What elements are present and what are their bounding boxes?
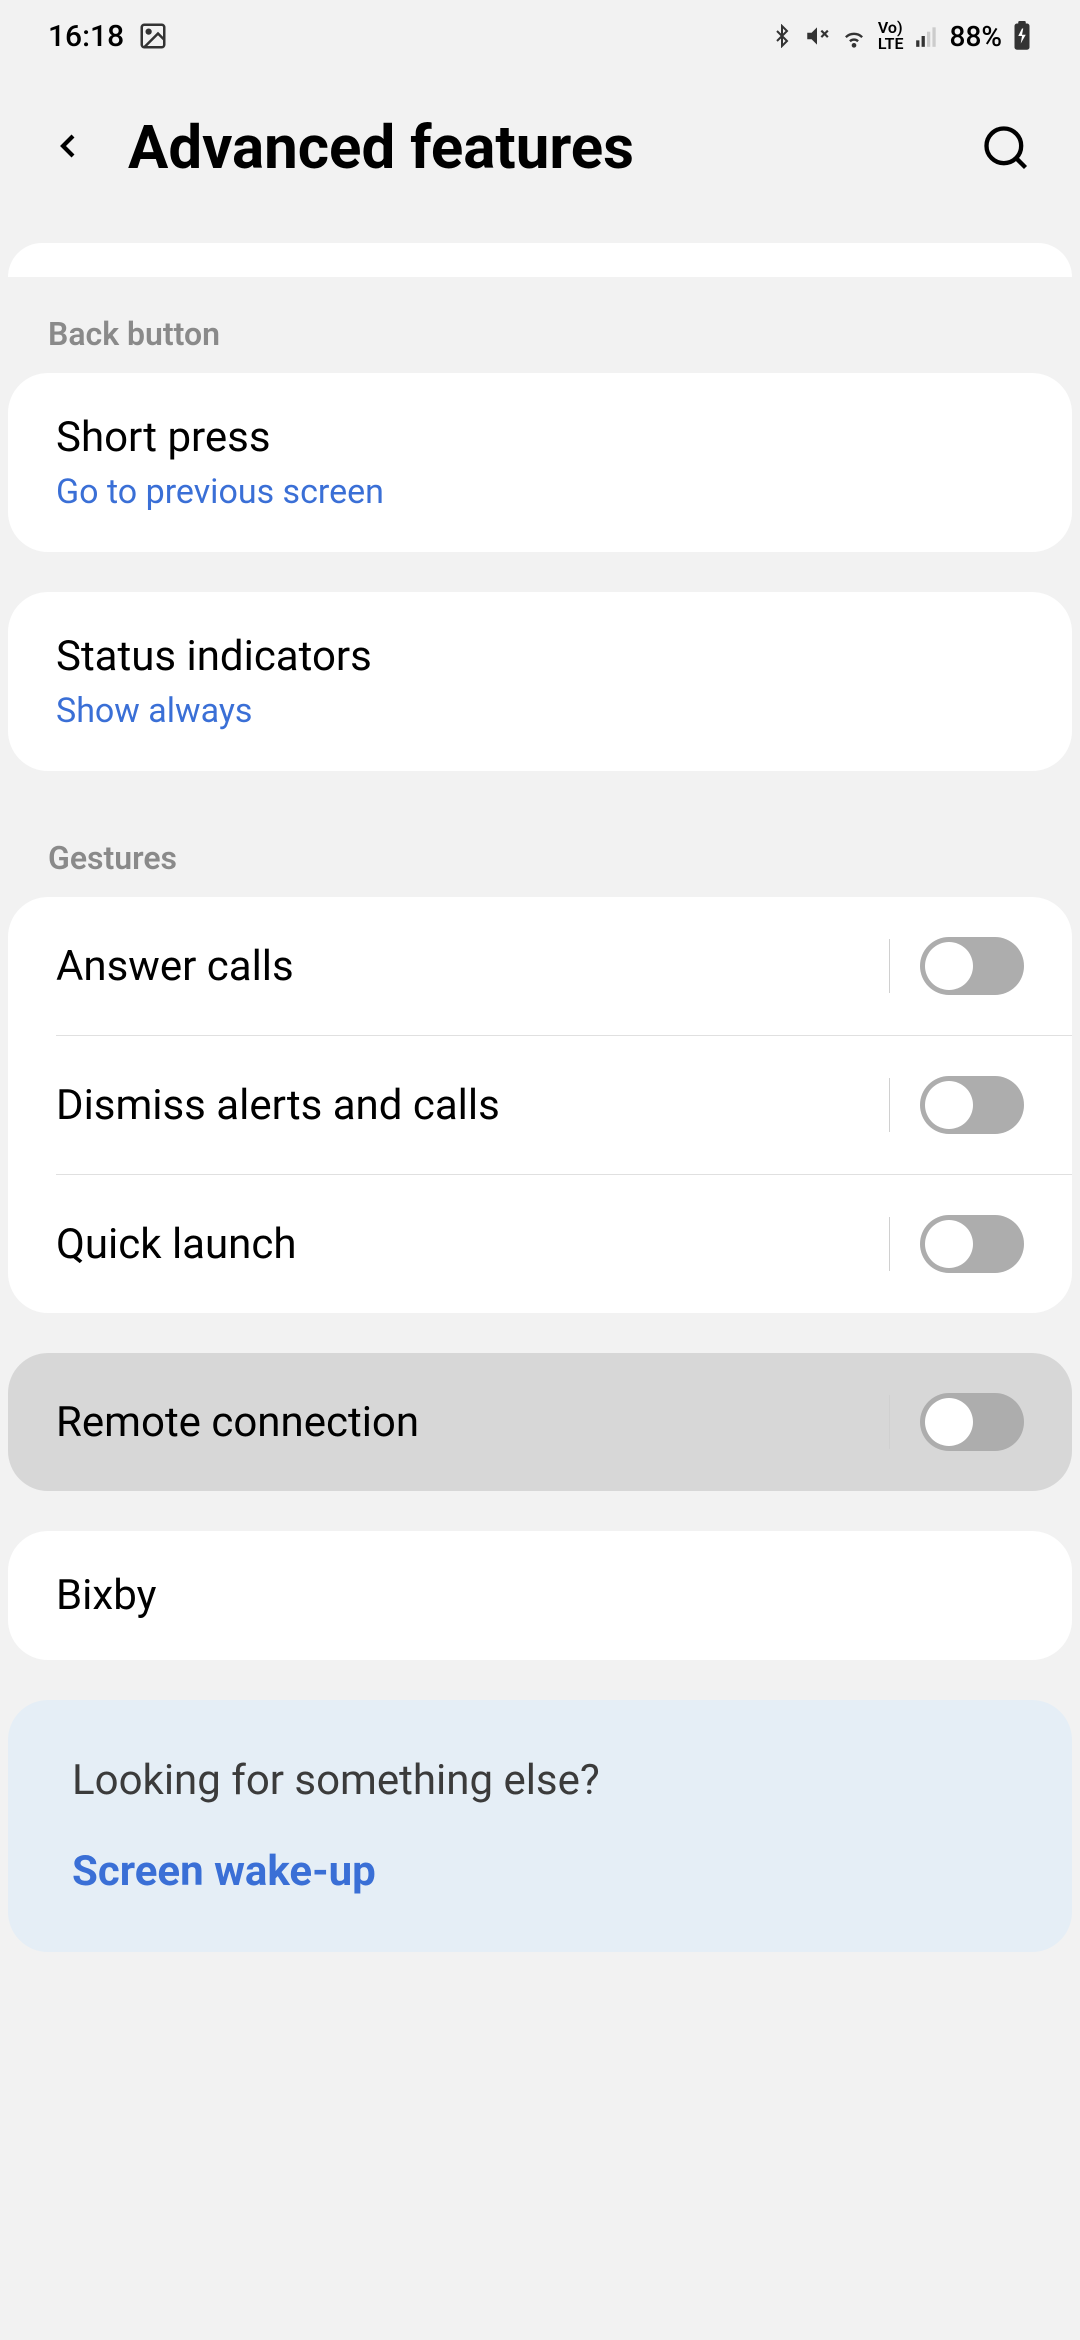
quick-launch-toggle[interactable] bbox=[920, 1215, 1024, 1273]
row-dismiss-alerts[interactable]: Dismiss alerts and calls bbox=[8, 1036, 1072, 1174]
card-short-press: Short press Go to previous screen bbox=[8, 373, 1072, 552]
bixby-title: Bixby bbox=[56, 1571, 1024, 1620]
vertical-divider bbox=[889, 1078, 890, 1132]
row-short-press[interactable]: Short press Go to previous screen bbox=[8, 373, 1072, 552]
short-press-sub: Go to previous screen bbox=[56, 472, 1024, 512]
row-quick-launch[interactable]: Quick launch bbox=[8, 1175, 1072, 1313]
quick-launch-title: Quick launch bbox=[56, 1220, 889, 1269]
vertical-divider bbox=[889, 1395, 890, 1449]
search-button[interactable] bbox=[980, 122, 1032, 174]
section-back-button: Back button bbox=[0, 287, 1080, 373]
page-header: Advanced features bbox=[0, 72, 1080, 243]
card-status-indicators: Status indicators Show always bbox=[8, 592, 1072, 771]
status-right: Vo)LTE 88% bbox=[770, 20, 1032, 53]
row-answer-calls[interactable]: Answer calls bbox=[8, 897, 1072, 1035]
status-left: 16:18 bbox=[48, 19, 168, 54]
image-icon bbox=[138, 21, 168, 51]
row-bixby[interactable]: Bixby bbox=[8, 1531, 1072, 1660]
dismiss-alerts-toggle[interactable] bbox=[920, 1076, 1024, 1134]
wifi-icon bbox=[840, 22, 868, 50]
suggestion-heading: Looking for something else? bbox=[72, 1756, 1008, 1805]
answer-calls-title: Answer calls bbox=[56, 942, 889, 991]
status-indicators-sub: Show always bbox=[56, 691, 1024, 731]
vertical-divider bbox=[889, 939, 890, 993]
suggestion-link-screen-wakeup[interactable]: Screen wake-up bbox=[72, 1847, 1008, 1896]
battery-percent: 88% bbox=[950, 20, 1002, 53]
status-indicators-title: Status indicators bbox=[56, 632, 1024, 681]
row-status-indicators[interactable]: Status indicators Show always bbox=[8, 592, 1072, 771]
answer-calls-toggle[interactable] bbox=[920, 937, 1024, 995]
battery-charging-icon bbox=[1012, 21, 1032, 51]
remote-connection-toggle[interactable] bbox=[920, 1393, 1024, 1451]
status-time: 16:18 bbox=[48, 19, 124, 54]
vertical-divider bbox=[889, 1217, 890, 1271]
signal-icon bbox=[914, 23, 940, 49]
section-gestures: Gestures bbox=[0, 811, 1080, 897]
card-remote-connection: Remote connection bbox=[8, 1353, 1072, 1491]
suggestion-card: Looking for something else? Screen wake-… bbox=[8, 1700, 1072, 1952]
remote-connection-title: Remote connection bbox=[56, 1398, 889, 1447]
card-gestures: Answer calls Dismiss alerts and calls Qu… bbox=[8, 897, 1072, 1313]
back-button[interactable] bbox=[48, 122, 88, 174]
row-remote-connection[interactable]: Remote connection bbox=[8, 1353, 1072, 1491]
mute-icon bbox=[804, 23, 830, 49]
short-press-title: Short press bbox=[56, 413, 1024, 462]
card-top-strip bbox=[8, 243, 1072, 277]
page-title: Advanced features bbox=[128, 112, 940, 183]
dismiss-alerts-title: Dismiss alerts and calls bbox=[56, 1081, 889, 1130]
volte-icon: Vo)LTE bbox=[878, 20, 904, 52]
status-bar: 16:18 Vo)LTE 88% bbox=[0, 0, 1080, 72]
card-bixby: Bixby bbox=[8, 1531, 1072, 1660]
bluetooth-icon bbox=[770, 24, 794, 48]
